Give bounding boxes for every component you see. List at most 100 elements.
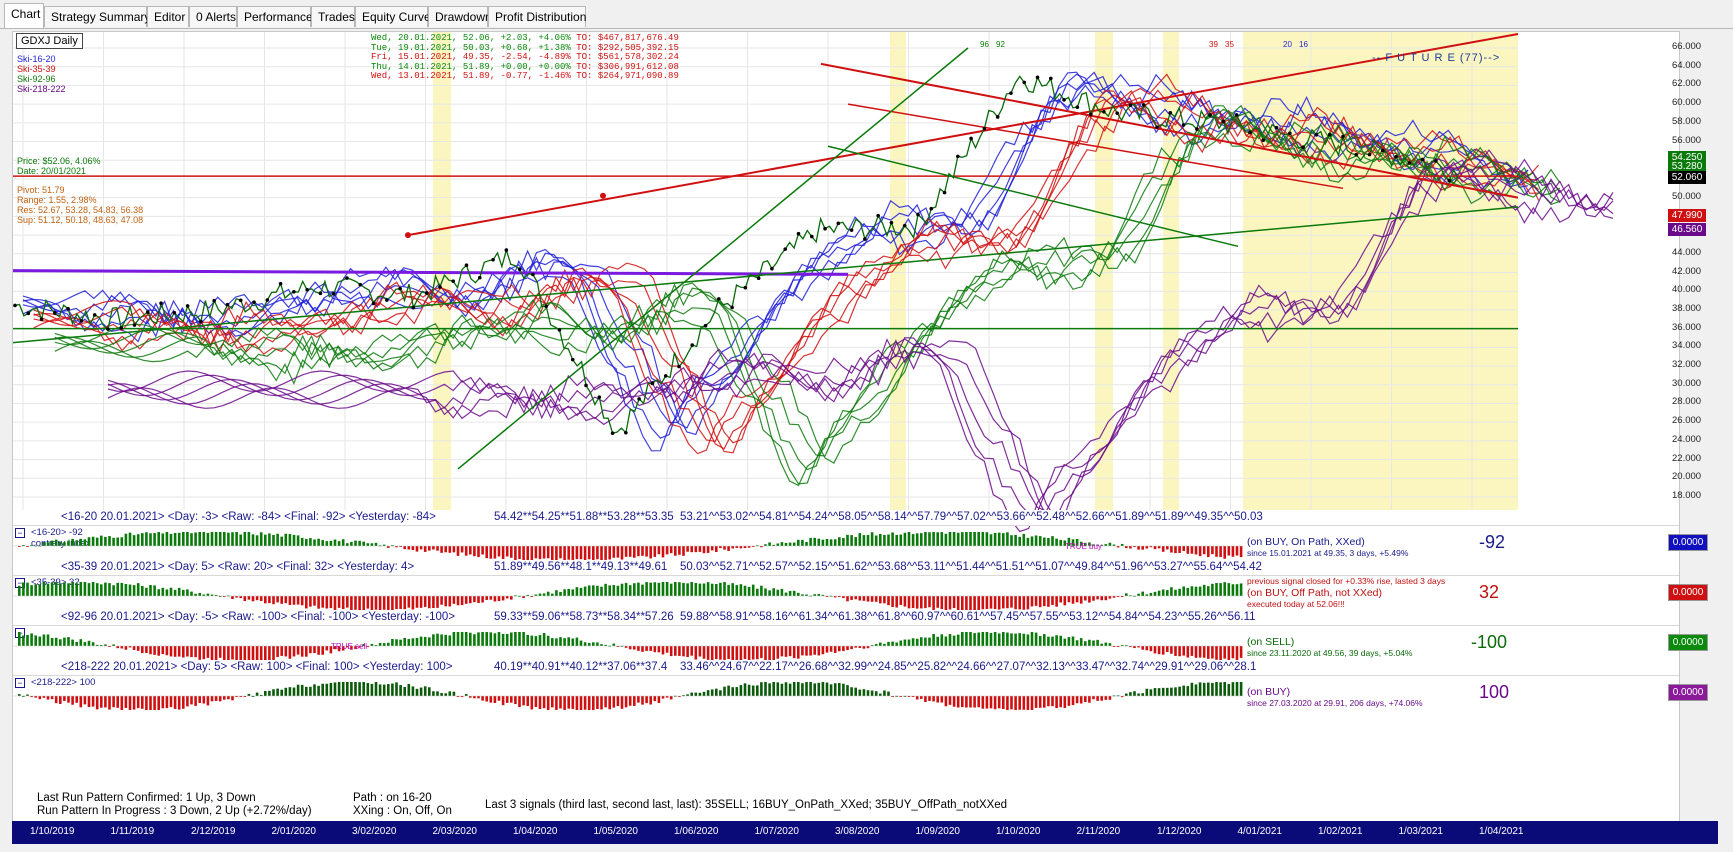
- price-point: [929, 206, 934, 211]
- histogram-bar: [428, 546, 431, 551]
- histogram-bar: [54, 582, 58, 596]
- histogram-bar: [661, 696, 665, 699]
- histogram-bar: [920, 596, 923, 609]
- histogram-bar: [440, 693, 443, 696]
- tab-performance[interactable]: Performance: [237, 6, 313, 27]
- histogram-bar: [510, 596, 513, 600]
- histogram-bar: [706, 582, 710, 596]
- histogram-bar: [628, 646, 632, 650]
- histogram-bar: [563, 589, 566, 596]
- price-info: Price: $52.06, 4.06% Date: 20/01/2021: [17, 156, 101, 176]
- price-point: [1102, 109, 1106, 114]
- signal-status: (on SELL): [1247, 636, 1295, 648]
- histogram-bar: [977, 596, 980, 610]
- tab-equity-curve[interactable]: Equity Curve: [355, 6, 431, 27]
- price-point: [1195, 127, 1199, 131]
- histogram-bar: [1055, 596, 1058, 607]
- histogram-bar: [460, 632, 464, 646]
- histogram-bar: [1231, 682, 1235, 696]
- histogram-bar: [362, 596, 365, 610]
- histogram-bar: [399, 596, 402, 609]
- tab-chart[interactable]: Chart: [4, 3, 44, 28]
- histogram-bar: [555, 546, 558, 560]
- histogram-bar: [690, 646, 693, 656]
- tab-strategy-summary[interactable]: Strategy Summary: [44, 6, 150, 27]
- histogram-bar: [743, 646, 747, 660]
- histogram-bar: [768, 683, 771, 696]
- histogram-bar: [452, 596, 456, 604]
- price-point: [624, 430, 628, 435]
- histogram-bar: [1018, 696, 1021, 710]
- histogram-bar: [620, 696, 624, 709]
- histogram-bar: [637, 696, 640, 703]
- histogram-bar: [669, 583, 673, 596]
- histogram-bar: [674, 646, 677, 656]
- histogram-bar: [575, 587, 579, 596]
- price-point: [305, 287, 309, 292]
- histogram-bar: [522, 632, 525, 646]
- price-point: [438, 285, 442, 289]
- histogram-bar: [747, 684, 751, 696]
- histogram-bar: [1227, 546, 1231, 556]
- histogram-bar: [870, 532, 874, 546]
- histogram-bar: [1075, 640, 1079, 646]
- histogram-bar: [608, 696, 611, 710]
- histogram-bar: [1239, 682, 1243, 696]
- histogram-bar: [407, 546, 411, 550]
- histogram-bar: [739, 546, 743, 549]
- histogram-bar: [592, 696, 595, 710]
- histogram-bar: [583, 696, 587, 710]
- histogram-bar: [624, 696, 628, 708]
- histogram-bar: [555, 638, 558, 646]
- histogram-bar: [239, 646, 242, 660]
- histogram-bar: [920, 533, 923, 546]
- histogram-bar: [391, 683, 394, 696]
- histogram-bar: [559, 546, 562, 559]
- price-point: [663, 374, 668, 378]
- histogram-bar: [350, 682, 353, 696]
- histogram-bar: [1125, 546, 1128, 549]
- histogram-bar: [321, 683, 324, 696]
- histogram-bar: [329, 596, 333, 609]
- histogram-bar: [161, 646, 165, 655]
- histogram-bar: [977, 632, 980, 646]
- tab-profit-distribution[interactable]: Profit Distribution: [488, 6, 586, 27]
- histogram-bar: [1002, 596, 1005, 609]
- tab-alerts[interactable]: 0 Alerts: [189, 6, 237, 27]
- histogram-bar: [944, 636, 948, 646]
- tab-drawdown[interactable]: Drawdown: [428, 6, 492, 27]
- histogram-bar: [329, 682, 333, 696]
- histogram-bar: [46, 583, 50, 596]
- histogram-bar: [120, 537, 124, 546]
- price-point: [1048, 76, 1053, 81]
- price-chart[interactable]: [13, 32, 1679, 564]
- histogram-bar: [34, 584, 37, 596]
- histogram-bar: [341, 596, 345, 610]
- price-point: [424, 291, 429, 295]
- indicator-histogram: [13, 632, 1243, 660]
- histogram-bar: [829, 684, 833, 696]
- signal-since: since 27.03.2020 at 29.91, 206 days, +74…: [1247, 698, 1423, 708]
- histogram-bar: [1002, 632, 1005, 646]
- legend-item: Ski-16-20: [17, 54, 56, 64]
- histogram-bar: [460, 546, 464, 553]
- histogram-bar: [387, 596, 390, 610]
- histogram-bar: [854, 596, 857, 600]
- indicator-histogram: [13, 682, 1243, 710]
- chart-panel[interactable]: GDXJ Daily Ski-16-20 Ski-35-39 Ski-92-96…: [12, 31, 1680, 823]
- tab-trades[interactable]: Trades: [311, 6, 355, 27]
- tab-editor[interactable]: Editor: [147, 6, 189, 27]
- histogram-bar: [243, 532, 247, 546]
- histogram-bar: [231, 596, 234, 600]
- histogram-bar: [1047, 596, 1050, 607]
- histogram-bar: [973, 532, 976, 546]
- histogram-bar: [161, 533, 165, 546]
- price-point: [1009, 91, 1013, 95]
- price-point: [1407, 161, 1412, 165]
- histogram-bar: [1186, 546, 1190, 554]
- price-point: [570, 357, 575, 362]
- histogram-bar: [341, 539, 345, 546]
- price-point: [132, 323, 137, 327]
- histogram-bar: [641, 584, 644, 596]
- histogram-bar: [104, 536, 107, 546]
